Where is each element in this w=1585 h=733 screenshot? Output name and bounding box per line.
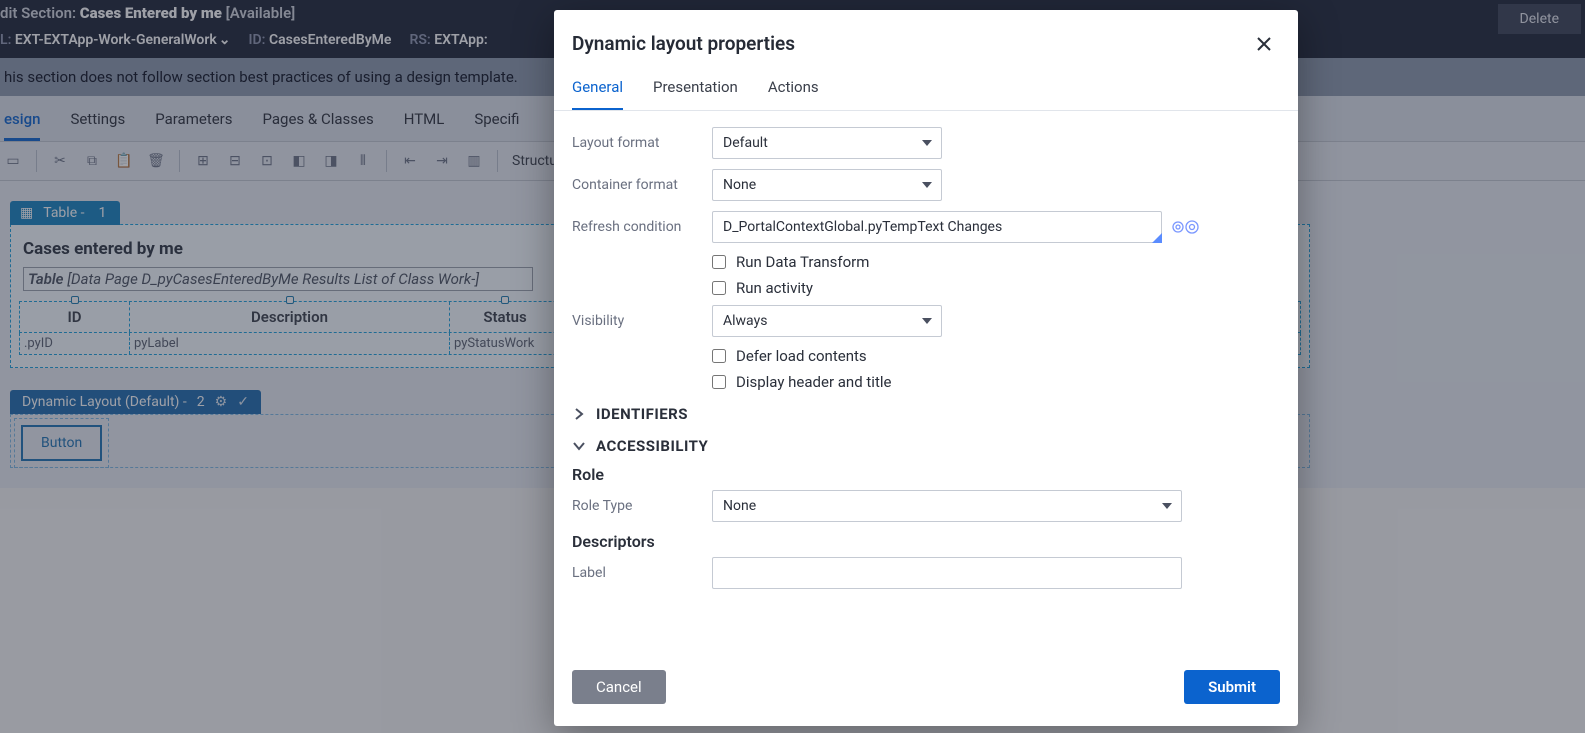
role-type-label: Role Type — [572, 498, 712, 514]
modal-title: Dynamic layout properties — [572, 32, 795, 55]
chevron-right-icon — [572, 407, 586, 421]
close-icon[interactable] — [1252, 32, 1276, 56]
submit-button[interactable]: Submit — [1184, 670, 1280, 704]
refresh-condition-input[interactable] — [712, 211, 1162, 243]
role-heading: Role — [572, 465, 1280, 484]
refresh-condition-label: Refresh condition — [572, 219, 712, 235]
modal-tabs: General Presentation Actions — [554, 70, 1298, 111]
accessibility-section-toggle[interactable]: ACCESSIBILITY — [572, 437, 1280, 455]
layout-format-label: Layout format — [572, 135, 712, 151]
run-data-transform-label: Run Data Transform — [736, 253, 869, 271]
role-type-select[interactable]: None — [712, 490, 1182, 522]
visibility-select[interactable]: Always — [712, 305, 942, 337]
accessibility-label-input[interactable] — [712, 557, 1182, 589]
descriptors-heading: Descriptors — [572, 532, 1280, 551]
run-activity-checkbox[interactable] — [712, 281, 726, 295]
modal-tab-presentation[interactable]: Presentation — [653, 70, 738, 110]
modal-tab-actions[interactable]: Actions — [768, 70, 819, 110]
identifiers-section-toggle[interactable]: IDENTIFIERS — [572, 405, 1280, 423]
visibility-label: Visibility — [572, 313, 712, 329]
defer-load-label: Defer load contents — [736, 347, 867, 365]
run-data-transform-checkbox[interactable] — [712, 255, 726, 269]
modal-footer: Cancel Submit — [554, 654, 1298, 726]
layout-format-select[interactable]: Default — [712, 127, 942, 159]
container-format-select[interactable]: None — [712, 169, 942, 201]
modal-tab-general[interactable]: General — [572, 70, 623, 110]
defer-load-checkbox[interactable] — [712, 349, 726, 363]
dynamic-layout-properties-modal: Dynamic layout properties General Presen… — [554, 10, 1298, 726]
modal-body: Layout format Default Container format N… — [554, 111, 1298, 654]
config-gears-button[interactable] — [1170, 218, 1202, 236]
display-header-checkbox[interactable] — [712, 375, 726, 389]
chevron-down-icon — [572, 439, 586, 453]
resize-handle-icon[interactable] — [1152, 233, 1162, 243]
cancel-button[interactable]: Cancel — [572, 670, 666, 704]
display-header-label: Display header and title — [736, 373, 891, 391]
accessibility-label-label: Label — [572, 565, 712, 581]
run-activity-label: Run activity — [736, 279, 813, 297]
container-format-label: Container format — [572, 177, 712, 193]
